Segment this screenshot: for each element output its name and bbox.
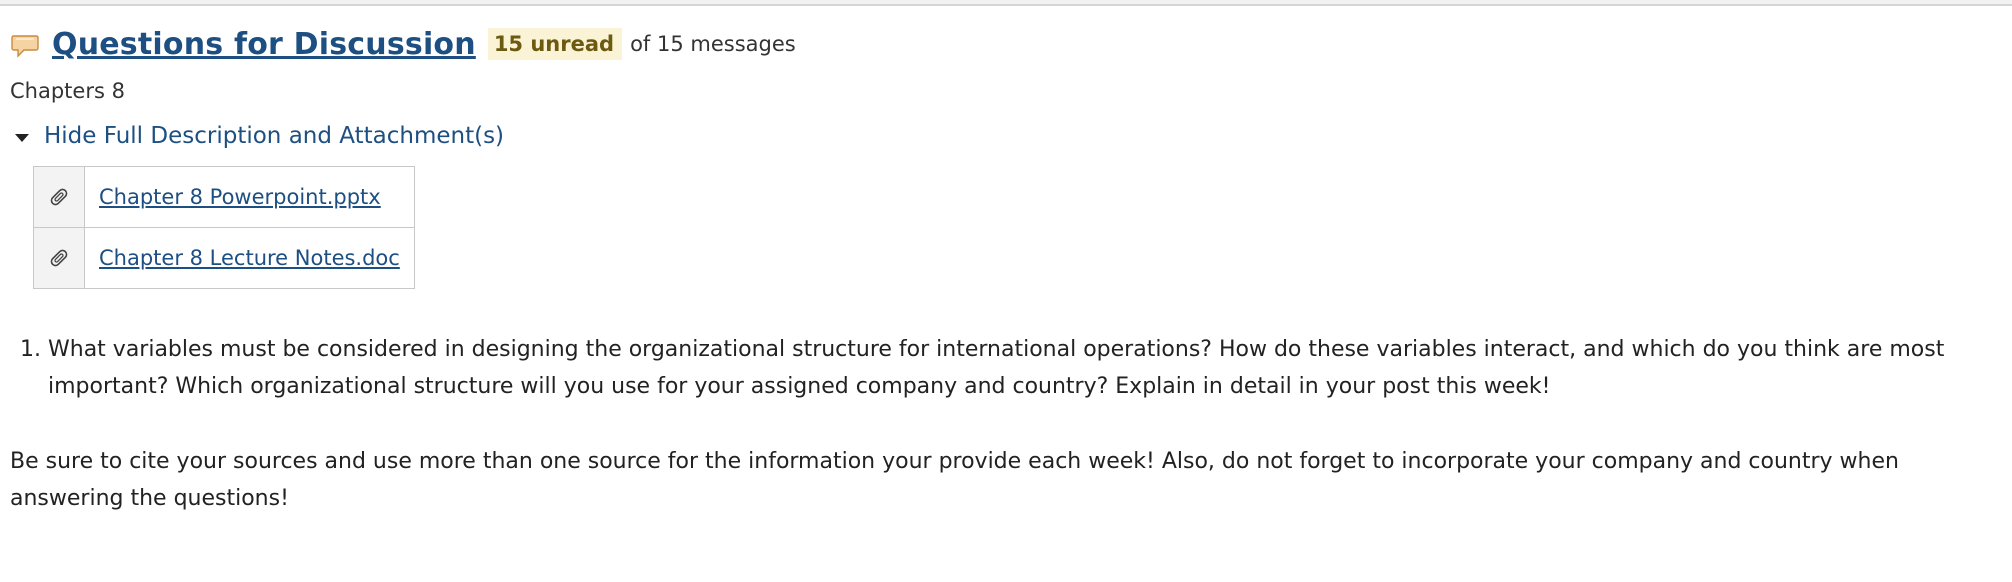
topic-subtitle: Chapters 8 <box>10 79 125 103</box>
attachment-link[interactable]: Chapter 8 Lecture Notes.doc <box>99 246 400 270</box>
message-count: of 15 messages <box>630 32 796 56</box>
topic-header: Questions for Discussion 15 unread of 15… <box>10 22 2000 66</box>
top-divider <box>0 0 2012 6</box>
paperclip-icon <box>50 188 68 206</box>
question-item: What variables must be considered in des… <box>48 331 1968 405</box>
paperclip-icon <box>50 249 68 267</box>
caret-down-icon <box>15 133 29 142</box>
speech-bubble-icon <box>11 35 39 58</box>
attachment-link[interactable]: Chapter 8 Powerpoint.pptx <box>99 185 381 209</box>
description-toggle[interactable]: Hide Full Description and Attachment(s) <box>10 118 2000 154</box>
attachment-row: Chapter 8 Lecture Notes.doc <box>33 227 415 289</box>
attachments-table: Chapter 8 Powerpoint.pptx Chapter 8 Lect… <box>33 166 415 289</box>
instructions-note: Be sure to cite your sources and use mor… <box>10 449 1899 511</box>
attachment-row: Chapter 8 Powerpoint.pptx <box>33 166 415 228</box>
unread-badge[interactable]: 15 unread <box>487 28 623 60</box>
description-toggle-label[interactable]: Hide Full Description and Attachment(s) <box>44 123 504 149</box>
question-list: What variables must be considered in des… <box>10 331 1968 405</box>
discussion-topic: Questions for Discussion 15 unread of 15… <box>10 22 2000 517</box>
topic-title-link[interactable]: Questions for Discussion <box>52 27 476 62</box>
